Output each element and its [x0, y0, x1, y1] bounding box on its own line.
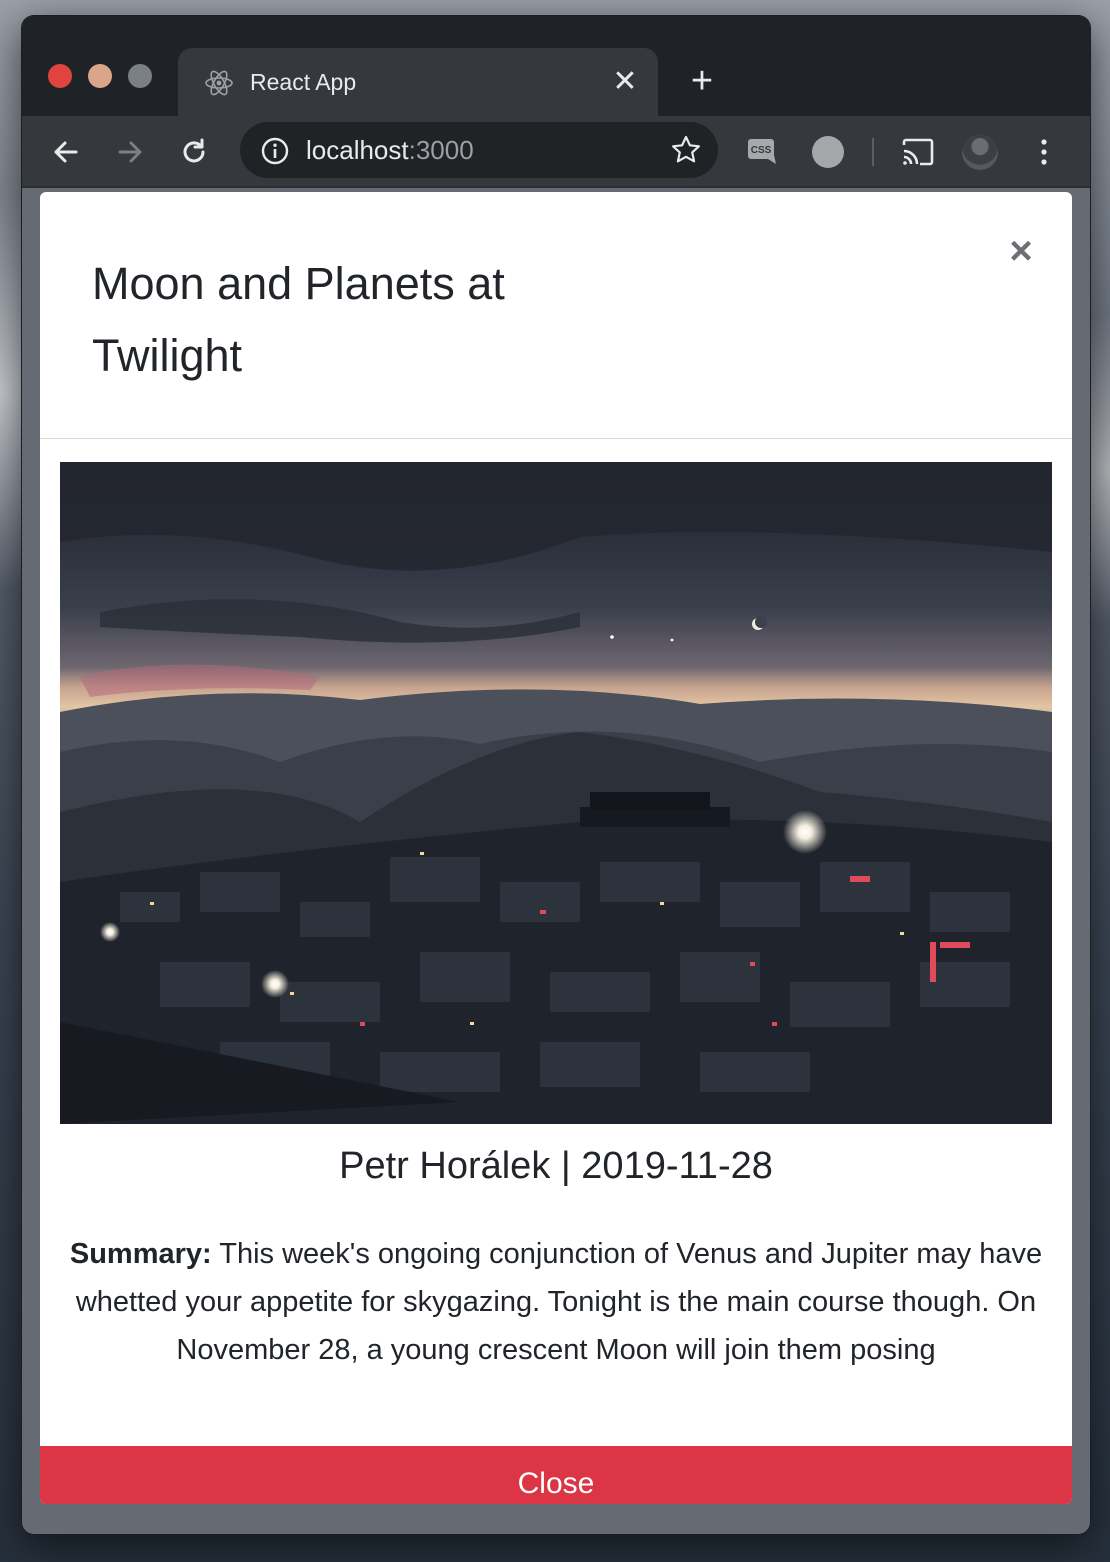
modal-dialog: Moon and Planets at Twilight × Petr Horá… — [40, 192, 1072, 1504]
modal-title: Moon and Planets at Twilight — [92, 258, 505, 381]
apod-image-graphic — [60, 462, 1052, 1124]
tab-close-icon[interactable]: ✕ — [608, 65, 642, 99]
summary-body: This week's ongoing conjunction of Venus… — [75, 1238, 1043, 1366]
info-icon[interactable] — [260, 136, 290, 166]
profile-avatar[interactable] — [962, 134, 998, 170]
cast-icon[interactable] — [900, 136, 936, 168]
reload-icon[interactable] — [174, 132, 214, 172]
apod-image — [60, 462, 1052, 1124]
css-extension-icon[interactable]: CSS — [746, 136, 780, 166]
browser-toolbar: localhost:3000 CSS — [22, 116, 1090, 188]
image-credit: Petr Horálek | 2019-11-28 — [339, 1145, 773, 1187]
modal-header: Moon and Planets at Twilight × — [40, 192, 1072, 439]
new-tab-button[interactable]: + — [682, 62, 722, 102]
url-port: :3000 — [408, 135, 474, 165]
summary-label: Summary: — [69, 1238, 212, 1270]
svg-text:CSS: CSS — [751, 145, 772, 156]
tab-title: React App — [250, 69, 357, 95]
summary-text: Summary: This week's ongoing conjunction… — [68, 1230, 1044, 1374]
window-close-button[interactable] — [48, 64, 72, 88]
window-minimize-button[interactable] — [88, 64, 112, 88]
star-icon[interactable] — [670, 134, 702, 166]
tab-react-app[interactable]: React App ✕ — [178, 48, 658, 116]
menu-icon[interactable] — [1034, 134, 1054, 170]
extension-icon[interactable] — [812, 136, 844, 168]
tab-strip: React App ✕ + — [22, 16, 1090, 116]
react-icon — [205, 70, 233, 96]
browser-window: React App ✕ + localhost:3000 CSS Moon an… — [22, 16, 1090, 1534]
url-text[interactable]: localhost:3000 — [306, 135, 474, 165]
close-icon[interactable]: × — [1004, 231, 1038, 271]
back-arrow-icon[interactable] — [46, 132, 86, 172]
window-maximize-button[interactable] — [128, 64, 152, 88]
toolbar-separator — [872, 138, 874, 166]
address-bar[interactable]: localhost:3000 — [240, 122, 718, 178]
forward-arrow-icon[interactable] — [110, 132, 150, 172]
close-button[interactable]: Close — [40, 1446, 1072, 1504]
url-host: localhost — [306, 135, 409, 165]
